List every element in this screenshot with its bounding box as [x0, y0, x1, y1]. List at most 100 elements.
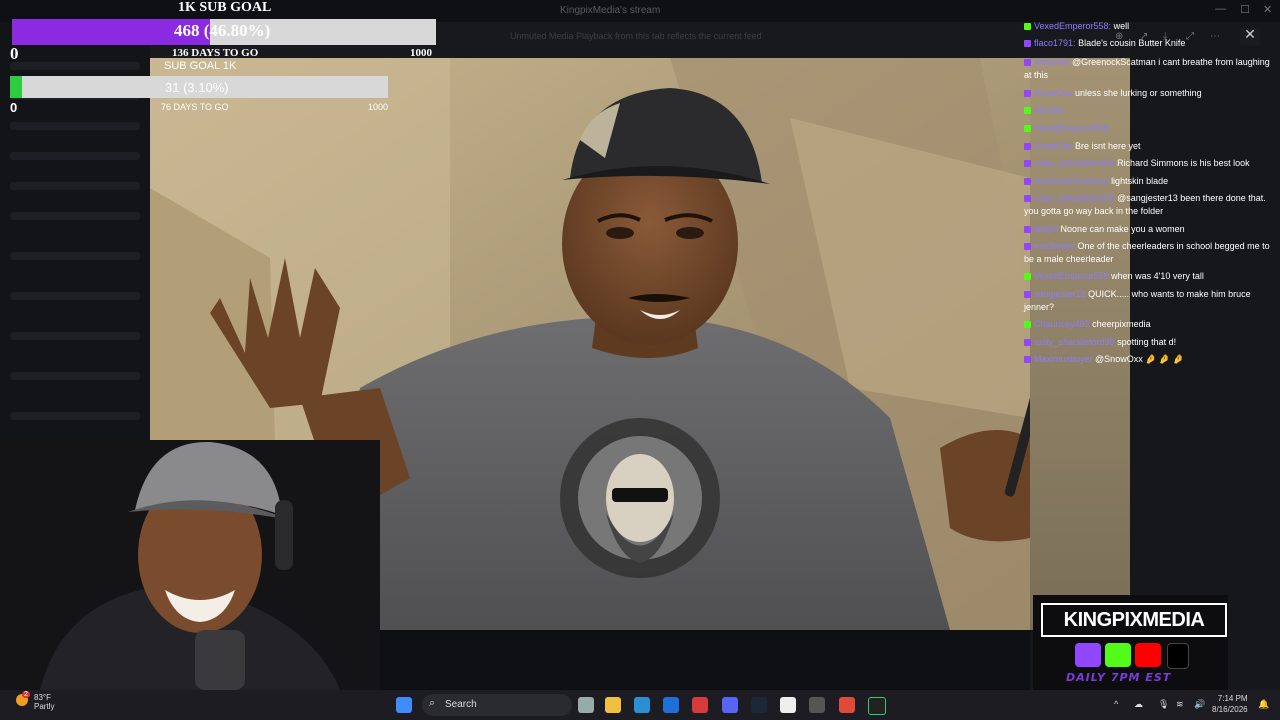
- media-app-icon[interactable]: [692, 697, 708, 713]
- chat-text: Noone can make you a women: [1060, 224, 1185, 234]
- goal-progress-fill: [10, 76, 22, 98]
- chat-username[interactable]: mecheeks: [1034, 241, 1075, 251]
- chat-message: djvtp2 Noone can make you a women: [1024, 223, 1272, 236]
- chat-message: mecheeks One of the cheerleaders in scho…: [1024, 240, 1272, 266]
- chat-message: Chauncey493 cheerpixmedia: [1024, 318, 1272, 331]
- chat-message: sangjester13 QUICK..... who wants to mak…: [1024, 288, 1272, 314]
- tray-expand-icon[interactable]: ^: [1114, 699, 1118, 709]
- mic-icon[interactable]: 🎙: [1158, 699, 1169, 710]
- goal-progress-bar: 468 (46.80%): [12, 19, 436, 45]
- chat-message: Ascaldi: [1024, 104, 1272, 117]
- clock-time: 7:14 PM: [1217, 694, 1248, 703]
- chat-username[interactable]: lotbarrett: [1034, 57, 1070, 67]
- file-explorer-icon[interactable]: [605, 697, 621, 713]
- schedule-text: DAILY 7PM EST: [1066, 671, 1172, 684]
- minimize-icon[interactable]: —: [1215, 3, 1226, 15]
- terminal-icon[interactable]: [868, 697, 886, 715]
- taskbar-search[interactable]: ⌕ Search: [422, 694, 572, 716]
- twitch-badge-icon: [1024, 143, 1031, 150]
- task-view-icon[interactable]: [578, 697, 594, 713]
- chat-username[interactable]: SnowOxx: [1034, 88, 1073, 98]
- notification-icon[interactable]: 🔔: [1258, 699, 1269, 710]
- chat-username[interactable]: SnowOxx: [1034, 141, 1073, 151]
- chat-text: cheerpixmedia: [1092, 319, 1151, 329]
- chat-message: VexedEmperor558: [1024, 122, 1272, 135]
- twitch-badge-icon: [1024, 356, 1031, 363]
- chat-message: rusty_shackleford99 spotting that d!: [1024, 336, 1272, 349]
- twitch-badge-icon: [1024, 90, 1031, 97]
- obs-icon[interactable]: [780, 697, 796, 713]
- streamer-webcam-image: [0, 440, 380, 690]
- app-icon[interactable]: [809, 697, 825, 713]
- weather-temp: 83°F: [34, 693, 51, 702]
- chat-text: well: [1113, 21, 1130, 31]
- chat-username[interactable]: rusty_shackleford99: [1034, 158, 1115, 168]
- brand-logo-text: KINGPIXMEDIA: [1041, 603, 1227, 637]
- kick-badge-icon: [1024, 125, 1031, 132]
- chat-username[interactable]: VexedEmperor558:: [1034, 21, 1111, 31]
- chat-message: VexedEmperor558: well: [1024, 20, 1272, 33]
- weather-widget[interactable]: 83°F Partly: [34, 693, 54, 711]
- goal-target-value: 1000: [410, 47, 432, 59]
- search-icon: ⌕: [429, 697, 436, 709]
- twitch-badge-icon: [1024, 195, 1031, 202]
- search-label: Search: [445, 699, 477, 710]
- chrome-icon[interactable]: [839, 697, 855, 713]
- chat-username[interactable]: VexedEmperor558: [1034, 271, 1109, 281]
- close-window-icon[interactable]: ✕: [1263, 3, 1272, 16]
- goal-start-value: 0: [10, 44, 19, 63]
- brand-panel: KINGPIXMEDIA DAILY 7PM EST: [1033, 595, 1228, 690]
- tiktok-icon: [1167, 643, 1189, 669]
- chat-username[interactable]: Ascaldi: [1034, 105, 1063, 115]
- goal-progress-bar: 31 (3.10%): [10, 76, 388, 98]
- goal-start-value: 0: [10, 100, 18, 115]
- chat-text: Blade's cousin Butter Knife: [1078, 38, 1186, 48]
- chat-overlay: ⊕ ↗ ⤓ ⤢ ⋯ ✕ VexedEmperor558: well flaco17…: [1020, 20, 1278, 372]
- chat-username[interactable]: Chauncey493: [1034, 319, 1090, 329]
- browser-icon[interactable]: [663, 697, 679, 713]
- twitch-badge-icon: [1024, 291, 1031, 298]
- volume-icon[interactable]: 🔊: [1194, 699, 1205, 710]
- windows-taskbar: 2 83°F Partly ⌕ Search ^ ☁ 🎙 ≋ 🔊 7:14 PM…: [0, 690, 1280, 720]
- chat-message: rusty_shackleford99 @sangjester13 been t…: [1024, 192, 1272, 218]
- kick-badge-icon: [1024, 321, 1031, 328]
- chat-text: Richard Simmons is his best look: [1117, 158, 1250, 168]
- taskbar-clock[interactable]: 7:14 PM 8/16/2026: [1212, 693, 1248, 715]
- chat-message: SnowOxx unless she lurking or something: [1024, 87, 1272, 100]
- sub-goal-widget-primary: 1K SUB GOAL 468 (46.80%) 0 136 DAYS TO G…: [0, 0, 440, 63]
- goal-progress-text: 31 (3.10%): [165, 80, 229, 95]
- clock-date: 8/16/2026: [1212, 705, 1248, 714]
- discord-icon[interactable]: [722, 697, 738, 713]
- chat-username[interactable]: Maximusbuyer: [1034, 354, 1093, 364]
- chat-message: rusty_shackleford99 Richard Simmons is h…: [1024, 157, 1272, 170]
- edge-icon[interactable]: [634, 697, 650, 713]
- chat-username[interactable]: GreenockScatman: [1034, 176, 1109, 186]
- chat-text: when was 4'10 very tall: [1111, 271, 1204, 281]
- goal-title: SUB GOAL 1K: [164, 60, 237, 72]
- chat-text: lightskin blade: [1111, 176, 1169, 186]
- webcam-feed: [0, 440, 380, 690]
- goal-target-value: 1000: [368, 102, 389, 112]
- chat-username[interactable]: rusty_shackleford99: [1034, 193, 1115, 203]
- chat-username[interactable]: flaco1791:: [1034, 38, 1076, 48]
- wifi-icon[interactable]: ≋: [1176, 699, 1184, 710]
- maximize-icon[interactable]: ☐: [1240, 3, 1250, 16]
- start-icon[interactable]: [396, 697, 412, 713]
- twitch-badge-icon: [1024, 243, 1031, 250]
- chat-text: @SnowOxx 🤌 🤌 🤌: [1095, 354, 1184, 364]
- chat-username[interactable]: djvtp2: [1034, 224, 1058, 234]
- steam-icon[interactable]: [751, 697, 767, 713]
- youtube-icon: [1135, 643, 1161, 667]
- goal-title: 1K SUB GOAL: [178, 0, 272, 15]
- chat-message: VexedEmperor558 when was 4'10 very tall: [1024, 270, 1272, 283]
- chat-username[interactable]: sangjester13: [1034, 289, 1086, 299]
- kick-icon: [1105, 643, 1131, 667]
- chat-username[interactable]: VexedEmperor558: [1034, 123, 1109, 133]
- twitch-badge-icon: [1024, 40, 1031, 47]
- chat-username[interactable]: rusty_shackleford99: [1034, 337, 1115, 347]
- tray-app-icon[interactable]: ☁: [1134, 699, 1143, 710]
- chat-text: unless she lurking or something: [1075, 88, 1202, 98]
- window-title: KingpixMedia's stream: [560, 5, 661, 16]
- chat-text: Bre isnt here yet: [1075, 141, 1141, 151]
- twitch-badge-icon: [1024, 160, 1031, 167]
